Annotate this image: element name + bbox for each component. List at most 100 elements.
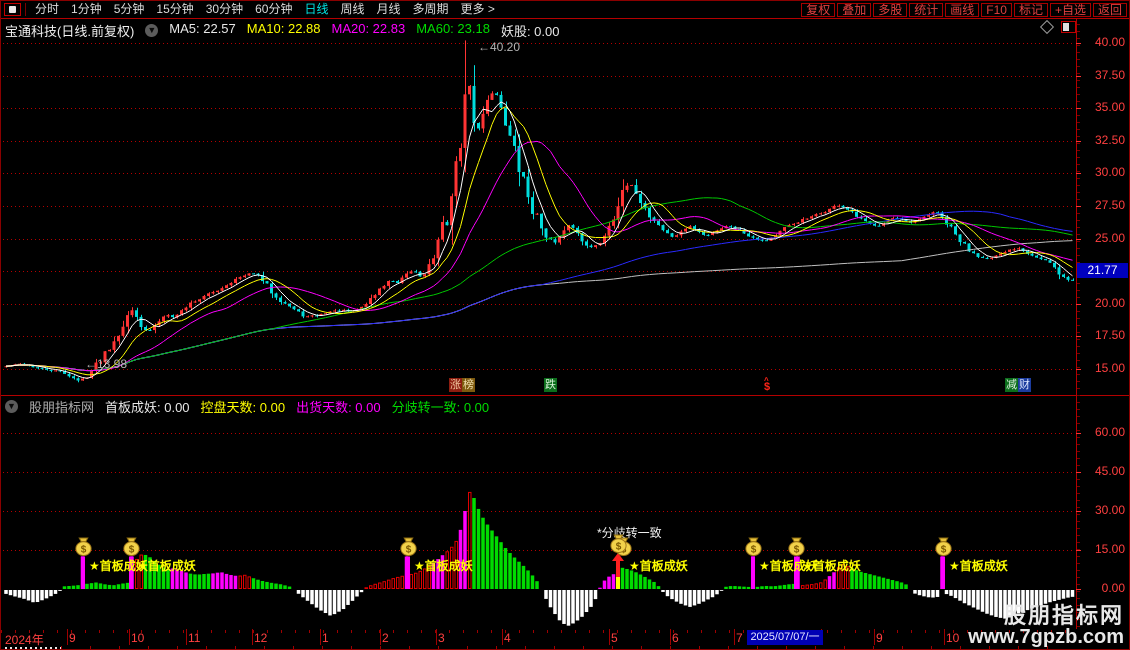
indicator-axis-label: 0.00 bbox=[1081, 582, 1125, 595]
month-separator bbox=[186, 629, 187, 645]
period-tab-15分钟[interactable]: 15分钟 bbox=[150, 2, 199, 17]
month-label-11: 11 bbox=[188, 631, 200, 645]
badge-char: 跌 bbox=[544, 378, 557, 392]
period-tab-30分钟[interactable]: 30分钟 bbox=[200, 2, 249, 17]
money-flow-icon: ^$ bbox=[763, 378, 771, 392]
toolbar-button-复权[interactable]: 复权 bbox=[801, 3, 835, 17]
chart-shortcut-badge[interactable]: 涨榜 bbox=[449, 378, 475, 392]
month-label-9: 9 bbox=[876, 631, 883, 645]
period-tab-60分钟[interactable]: 60分钟 bbox=[249, 2, 298, 17]
chevron-down-icon[interactable]: ▼ bbox=[145, 24, 158, 37]
date-axis-ticks bbox=[1, 630, 1076, 633]
indicator-axis-label: 15.00 bbox=[1081, 543, 1125, 556]
price-axis-label: 30.00 bbox=[1081, 166, 1125, 179]
period-tab-周线[interactable]: 周线 bbox=[334, 2, 370, 17]
toolbar-button-叠加[interactable]: 叠加 bbox=[837, 3, 871, 17]
period-tab-5分钟[interactable]: 5分钟 bbox=[108, 2, 151, 17]
period-tab-多周期[interactable]: 多周期 bbox=[407, 2, 455, 17]
price-axis-label: 32.50 bbox=[1081, 134, 1125, 147]
price-axis-label: 25.00 bbox=[1081, 232, 1125, 245]
ma-legend-item: MA5: 22.57 bbox=[169, 21, 236, 40]
price-axis-minor-ticks bbox=[1077, 18, 1080, 629]
toolbar-button-返回[interactable]: 返回 bbox=[1093, 3, 1127, 17]
toolbar-button-+自选[interactable]: +自选 bbox=[1050, 3, 1091, 17]
badge-char: 减 bbox=[1005, 378, 1018, 392]
money-bag-icon: $ bbox=[610, 534, 627, 558]
ma-legend-item: MA60: 23.18 bbox=[416, 21, 490, 40]
month-separator bbox=[670, 629, 671, 645]
price-axis-label: 37.50 bbox=[1081, 69, 1125, 82]
month-label-5: 5 bbox=[611, 631, 618, 645]
indicator-legend-item: 首板成妖: 0.00 bbox=[105, 397, 190, 416]
month-separator bbox=[320, 629, 321, 645]
diamond-icon[interactable] bbox=[1040, 20, 1054, 34]
month-label-3: 3 bbox=[438, 631, 445, 645]
month-separator bbox=[734, 629, 735, 645]
toolbar-actions: 复权叠加多股统计画线F10标记+自选返回 bbox=[799, 3, 1129, 17]
toolbar-divider bbox=[25, 3, 26, 16]
ma-legend-item: MA10: 22.88 bbox=[247, 21, 321, 40]
indicator-legend-item: 分歧转一致: 0.00 bbox=[392, 397, 490, 416]
month-label-10: 10 bbox=[946, 631, 959, 645]
month-label-6: 6 bbox=[672, 631, 679, 645]
price-axis-label: 17.50 bbox=[1081, 329, 1125, 342]
watermark-url: www.7gpzb.com bbox=[968, 627, 1124, 648]
month-label-1: 1 bbox=[322, 631, 329, 645]
bottom-panel-edge bbox=[1, 646, 1130, 650]
badge-char: 涨 bbox=[449, 378, 462, 392]
window-panel-icon[interactable] bbox=[4, 3, 21, 16]
toolbar-button-F10[interactable]: F10 bbox=[981, 3, 1012, 17]
chart-shortcut-badge[interactable]: 跌 bbox=[544, 378, 557, 392]
chevron-down-icon[interactable]: ▼ bbox=[5, 400, 18, 413]
toolbar-button-画线[interactable]: 画线 bbox=[945, 3, 979, 17]
month-separator bbox=[609, 629, 610, 645]
ma-legend: MA5: 22.57 MA10: 22.88 MA20: 22.83 MA60: 23… bbox=[169, 21, 559, 40]
period-toolbar: 分时1分钟5分钟15分钟30分钟60分钟日线周线月线多周期更多 > 复权叠加多股… bbox=[1, 1, 1129, 19]
ma-legend-item: MA20: 22.83 bbox=[332, 21, 406, 40]
month-label-2: 2 bbox=[382, 631, 389, 645]
first-board-demon-label: ★首板成妖 bbox=[629, 557, 688, 574]
watermark: 股朋指标网 www.7gpzb.com bbox=[968, 604, 1124, 648]
month-separator bbox=[380, 629, 381, 645]
main-price-canvas[interactable] bbox=[1, 18, 1076, 395]
sub-chart-header: ▼ 股朋指标网 首板成妖: 0.00 控盘天数: 0.00 出货天数: 0.00 分歧… bbox=[5, 397, 489, 416]
sub-indicator-canvas[interactable] bbox=[1, 413, 1076, 629]
svg-text:$: $ bbox=[751, 544, 757, 555]
indicator-source-label: 股朋指标网 bbox=[29, 397, 94, 416]
price-annotation: ←40.20 bbox=[478, 40, 520, 54]
toolbar-button-标记[interactable]: 标记 bbox=[1014, 3, 1048, 17]
month-label-7: 7 bbox=[736, 631, 743, 645]
panel-divider[interactable] bbox=[1, 395, 1130, 396]
svg-text:$: $ bbox=[406, 544, 412, 555]
period-tab-更多 >[interactable]: 更多 > bbox=[455, 2, 501, 17]
indicator-legend-item: 控盘天数: 0.00 bbox=[201, 397, 286, 416]
badge-char: 财 bbox=[1018, 378, 1031, 392]
toolbar-button-多股[interactable]: 多股 bbox=[873, 3, 907, 17]
indicator-axis-label: 45.00 bbox=[1081, 465, 1125, 478]
toolbar-button-统计[interactable]: 统计 bbox=[909, 3, 943, 17]
ma-legend-item: 妖股: 0.00 bbox=[501, 21, 560, 40]
period-tab-月线[interactable]: 月线 bbox=[371, 2, 407, 17]
bottom-axis-ticks bbox=[61, 646, 1076, 649]
price-axis-label: 35.00 bbox=[1081, 101, 1125, 114]
svg-text:$: $ bbox=[129, 544, 135, 555]
chart-shortcut-badge[interactable]: 减财 bbox=[1005, 378, 1031, 392]
month-separator bbox=[436, 629, 437, 645]
split-panel-icon[interactable] bbox=[1061, 21, 1076, 33]
indicator-axis-label: 60.00 bbox=[1081, 426, 1125, 439]
svg-text:$: $ bbox=[616, 541, 622, 552]
month-separator bbox=[874, 629, 875, 645]
period-tab-1分钟[interactable]: 1分钟 bbox=[65, 2, 108, 17]
period-tab-日线[interactable]: 日线 bbox=[298, 2, 334, 17]
svg-text:$: $ bbox=[941, 544, 947, 555]
date-axis[interactable]: 2024年 2025/07/07/一 91011121234567910 bbox=[1, 629, 1076, 646]
period-tab-分时[interactable]: 分时 bbox=[29, 2, 65, 17]
chart-shortcut-badge[interactable]: ^$ bbox=[763, 378, 771, 392]
trading-app-window: 分时1分钟5分钟15分钟30分钟60分钟日线周线月线多周期更多 > 复权叠加多股… bbox=[0, 0, 1130, 650]
badge-char: 榜 bbox=[462, 378, 475, 392]
chart-corner-controls bbox=[1042, 21, 1076, 33]
first-board-demon-label: ★首板成妖 bbox=[414, 557, 473, 574]
indicator-legend-item: 出货天数: 0.00 bbox=[296, 397, 381, 416]
up-arrow-icon bbox=[616, 560, 620, 577]
period-tabs: 分时1分钟5分钟15分钟30分钟60分钟日线周线月线多周期更多 > bbox=[29, 2, 501, 17]
